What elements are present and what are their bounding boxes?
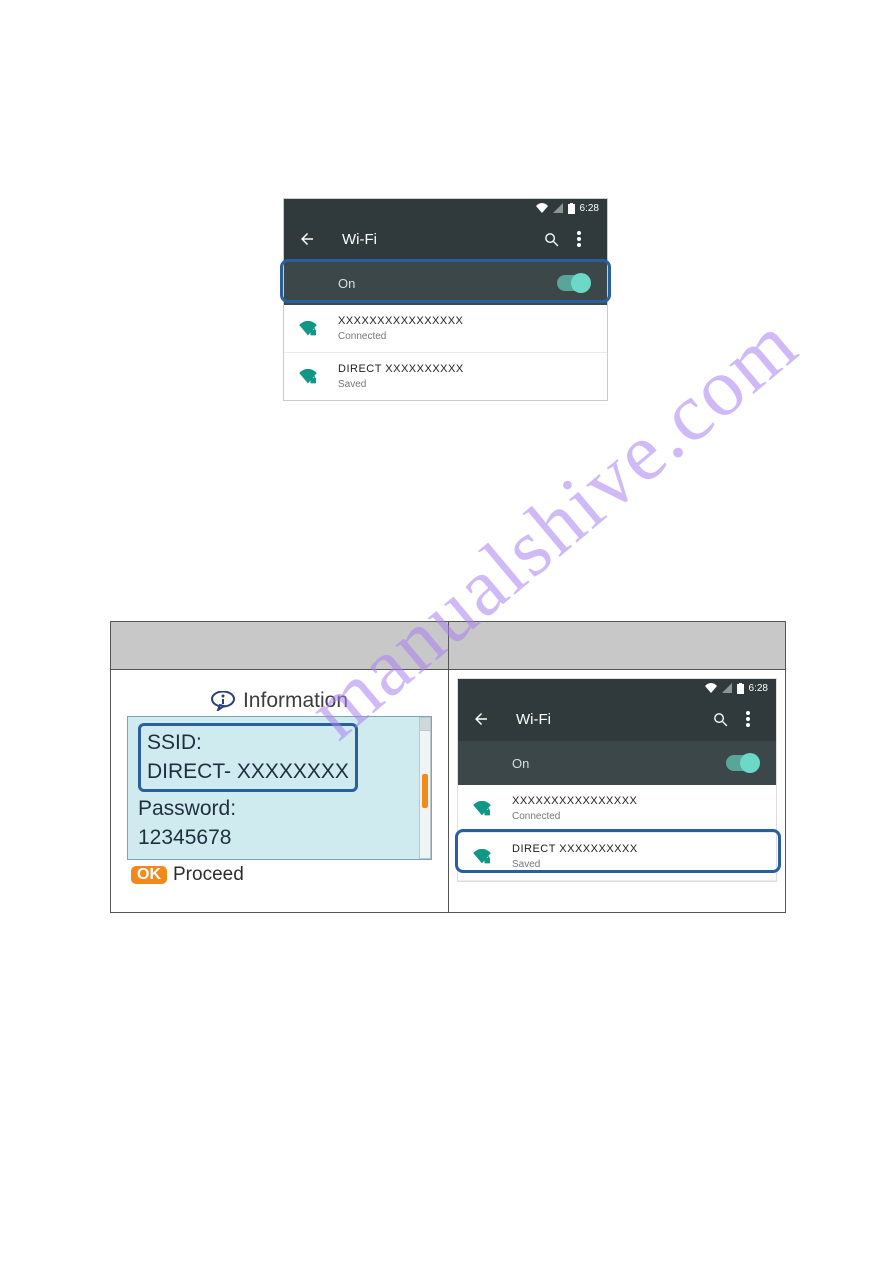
callout-highlight-printer-ssid: SSID: DIRECT- XXXXXXXX <box>138 723 358 792</box>
screen-title: Wi-Fi <box>516 711 706 728</box>
network-status: Saved <box>338 379 464 390</box>
network-row-connected[interactable]: XXXXXXXXXXXXXXXX Connected <box>458 785 776 833</box>
ok-button-icon[interactable]: OK <box>131 866 167 884</box>
table-cell-printer: Information SSID: DIRECT- XXXXXXXX Passw… <box>111 670 449 913</box>
back-arrow-icon[interactable] <box>472 710 490 728</box>
app-bar: Wi-Fi <box>284 217 607 261</box>
statusbar-battery-icon <box>568 203 575 214</box>
printer-header-text: Information <box>243 689 348 713</box>
statusbar-signal-icon <box>553 203 563 213</box>
network-ssid: XXXXXXXXXXXXXXXX <box>338 315 463 327</box>
statusbar-time: 6:28 <box>580 203 599 214</box>
statusbar-time: 6:28 <box>749 683 768 694</box>
printer-ssid-label: SSID: <box>147 728 349 757</box>
search-icon[interactable] <box>537 231 565 248</box>
statusbar-signal-icon <box>722 683 732 693</box>
wifi-secure-icon <box>298 321 320 337</box>
comparison-table: Information SSID: DIRECT- XXXXXXXX Passw… <box>110 621 786 913</box>
network-row-connected[interactable]: XXXXXXXXXXXXXXXX Connected <box>284 305 607 353</box>
phone-screenshot-right: 6:28 Wi-Fi On <box>457 678 777 882</box>
table-header-right <box>449 622 786 670</box>
network-ssid: XXXXXXXXXXXXXXXX <box>512 795 637 807</box>
printer-scrollbar[interactable] <box>419 717 431 859</box>
status-bar: 6:28 <box>458 679 776 697</box>
callout-highlight-wifi-toggle <box>280 259 611 303</box>
table-cell-phone: 6:28 Wi-Fi On <box>449 670 786 913</box>
statusbar-wifi-icon <box>705 683 717 693</box>
search-icon[interactable] <box>706 711 734 728</box>
network-status: Connected <box>512 811 637 822</box>
back-arrow-icon[interactable] <box>298 230 316 248</box>
wifi-secure-icon <box>298 369 320 385</box>
table-header-left <box>111 622 449 670</box>
printer-info-panel: Information SSID: DIRECT- XXXXXXXX Passw… <box>127 686 432 894</box>
phone-screenshot-top: 6:28 Wi-Fi On XXXXXXXXXXXXXXXX Connected <box>283 198 608 401</box>
screen-title: Wi-Fi <box>342 231 537 248</box>
app-bar: Wi-Fi <box>458 697 776 741</box>
printer-panel-footer: OK Proceed <box>127 860 432 890</box>
wifi-master-toggle-row[interactable]: On <box>458 741 776 785</box>
printer-password-label: Password: <box>138 794 425 823</box>
proceed-label: Proceed <box>173 864 244 886</box>
wifi-secure-icon <box>472 801 494 817</box>
statusbar-wifi-icon <box>536 203 548 213</box>
printer-panel-header: Information <box>127 686 432 716</box>
network-ssid: DIRECT XXXXXXXXXX <box>338 363 464 375</box>
overflow-menu-icon[interactable] <box>734 711 762 727</box>
printer-password-value: 12345678 <box>138 823 425 852</box>
wifi-toggle-label: On <box>512 756 529 771</box>
network-status: Connected <box>338 331 463 342</box>
overflow-menu-icon[interactable] <box>565 231 593 247</box>
status-bar: 6:28 <box>284 199 607 217</box>
info-bubble-icon <box>211 691 235 711</box>
callout-highlight-direct-network <box>455 829 781 873</box>
network-row-saved[interactable]: DIRECT XXXXXXXXXX Saved <box>284 353 607 400</box>
printer-ssid-value: DIRECT- XXXXXXXX <box>147 757 349 786</box>
statusbar-battery-icon <box>737 683 744 694</box>
printer-panel-body: SSID: DIRECT- XXXXXXXX Password: 1234567… <box>127 716 432 860</box>
wifi-toggle-switch[interactable] <box>726 755 758 771</box>
